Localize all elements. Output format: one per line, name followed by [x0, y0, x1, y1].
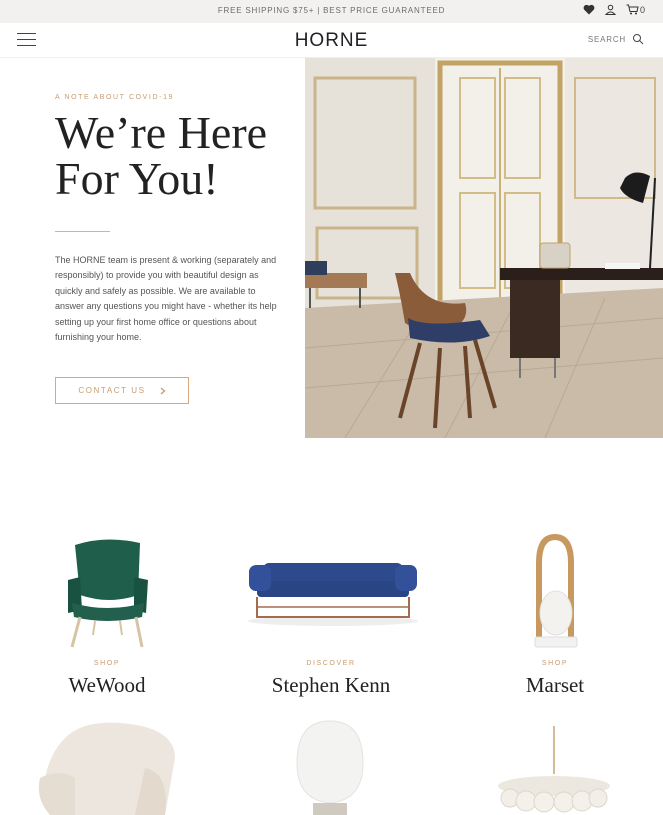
glass-lamp-image[interactable] [293, 718, 368, 815]
promo-bar: FREE SHIPPING $75+ | BEST PRICE GUARANTE… [0, 0, 663, 23]
search-button[interactable]: SEARCH [588, 33, 644, 45]
contact-us-label: CONTACT US [78, 386, 146, 395]
product-name[interactable]: WeWood [7, 673, 207, 698]
product-kicker: SHOP [541, 660, 569, 667]
search-icon [633, 34, 644, 45]
user-icon[interactable] [604, 4, 616, 15]
cart-count: 0 [639, 4, 645, 15]
lamp-image [534, 533, 578, 648]
sofa-image [248, 563, 418, 626]
cart-icon[interactable]: 0 [626, 4, 645, 15]
hero-title-line-1: We’re Here [55, 107, 268, 158]
shearling-chair-image[interactable] [35, 718, 180, 815]
account-icons: 0 [583, 4, 645, 15]
chevron-right-icon [160, 387, 166, 394]
site-header: HORNE SEARCH [0, 23, 663, 58]
product-kicker: DISCOVER [306, 660, 356, 667]
heart-icon[interactable] [583, 4, 595, 15]
hero-title: We’re Here For You! [55, 110, 295, 202]
hero-divider [55, 231, 110, 232]
hero-body: The HORNE team is present & working (sep… [55, 255, 277, 343]
hero-interior-photo [305, 58, 663, 438]
site-logo[interactable]: HORNE [0, 30, 663, 52]
promo-text: FREE SHIPPING $75+ | BEST PRICE GUARANTE… [217, 6, 446, 15]
hero-eyebrow: A NOTE ABOUT COVID-19 [55, 94, 175, 101]
contact-us-button[interactable]: CONTACT US [55, 377, 189, 404]
product-kicker: SHOP [93, 660, 121, 667]
hero-title-line-2: For You! [55, 153, 219, 204]
search-label: SEARCH [587, 34, 626, 44]
armchair-image [68, 539, 148, 648]
pendant-chandelier-image[interactable] [492, 726, 617, 815]
product-name[interactable]: Marset [455, 673, 655, 698]
product-name[interactable]: Stephen Kenn [231, 673, 431, 698]
